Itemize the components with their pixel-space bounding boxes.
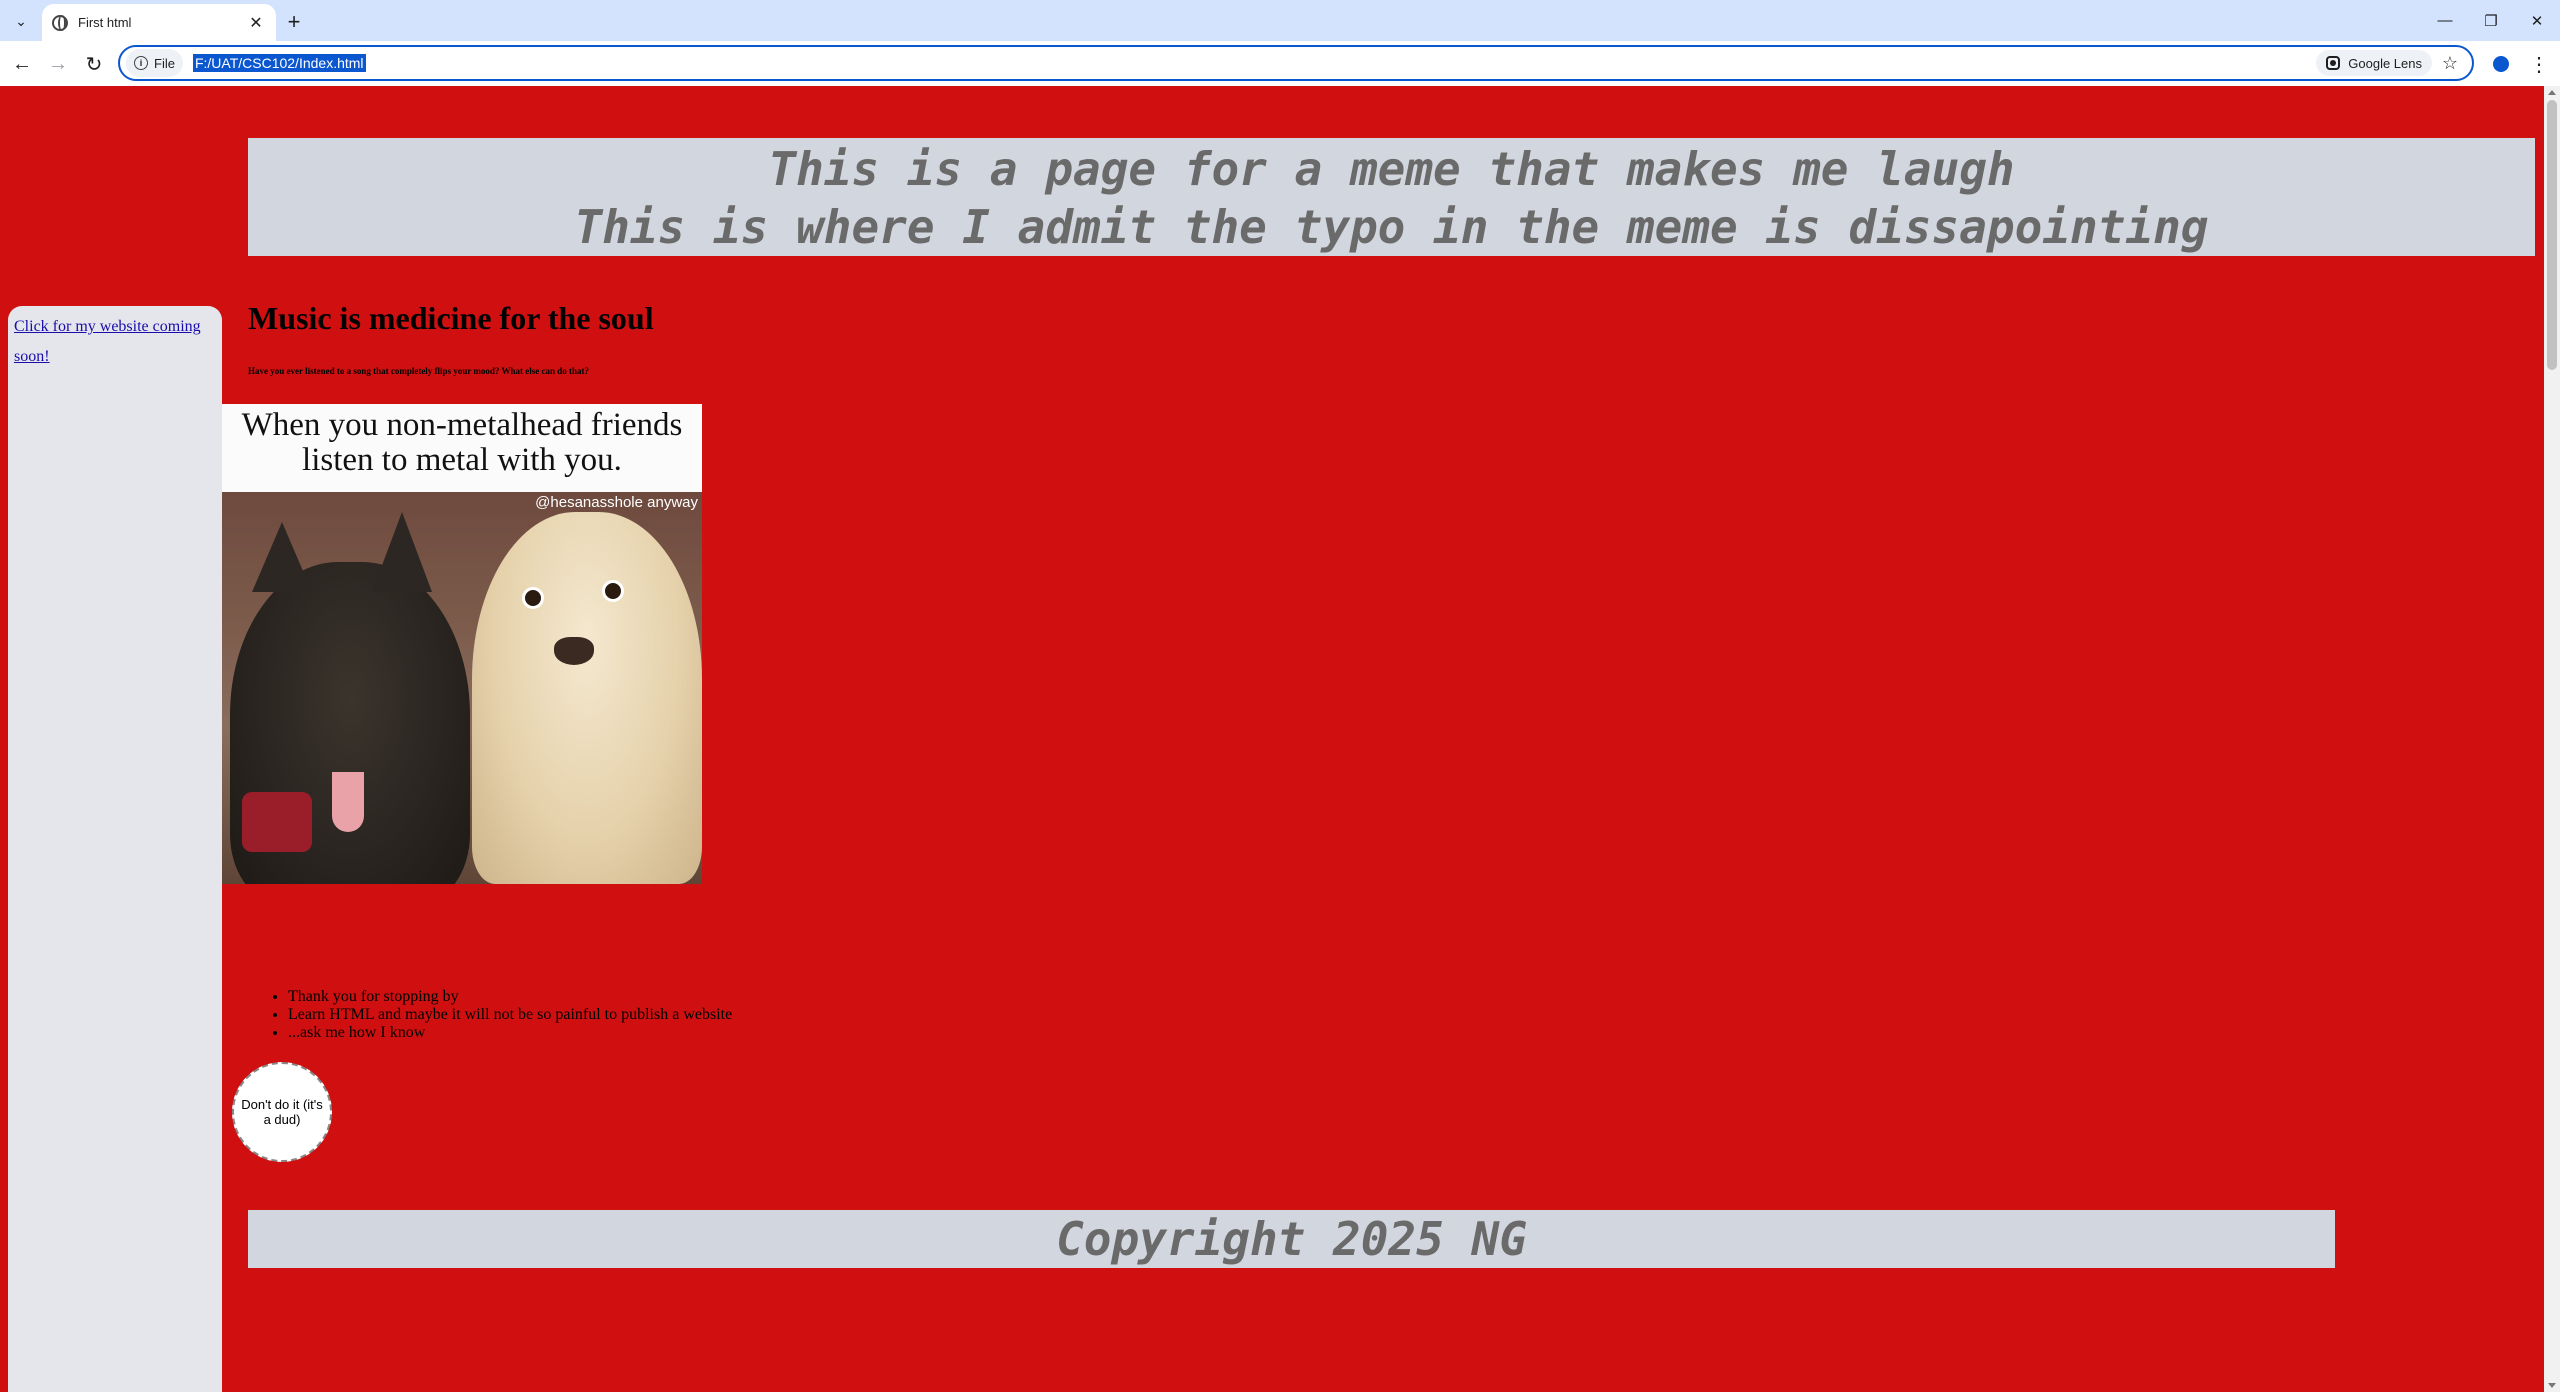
vertical-scrollbar[interactable] bbox=[2544, 86, 2560, 1392]
scroll-down-icon[interactable] bbox=[2548, 1383, 2556, 1388]
google-lens-button[interactable]: Google Lens bbox=[2316, 50, 2432, 76]
window-close-icon[interactable]: ✕ bbox=[2514, 0, 2560, 41]
minimize-icon[interactable]: — bbox=[2422, 0, 2468, 41]
page-heading: Music is medicine for the soul bbox=[248, 300, 654, 336]
light-dog bbox=[472, 512, 702, 884]
window-controls: — ❐ ✕ bbox=[2422, 0, 2560, 41]
restore-icon[interactable]: ❐ bbox=[2468, 0, 2514, 41]
meme-image: When you non-metalhead friends listen to… bbox=[222, 404, 702, 884]
back-arrow-icon[interactable]: ← bbox=[6, 48, 38, 80]
meme-credit: @hesanasshole anyway bbox=[535, 494, 698, 511]
list-item: Learn HTML and maybe it will not be so p… bbox=[288, 1006, 732, 1024]
browser-tab[interactable]: First html ✕ bbox=[42, 4, 276, 41]
list-item: Thank you for stopping by bbox=[288, 988, 732, 1006]
site-info-label: File bbox=[154, 55, 175, 71]
scroll-thumb[interactable] bbox=[2547, 100, 2557, 370]
browser-toolbar: ← → ↻ i File F:/UAT/CSC102/Index.html Go… bbox=[0, 41, 2560, 86]
tab-bar: ⌄ First html ✕ + — ❐ ✕ bbox=[0, 0, 2560, 41]
url-text[interactable]: F:/UAT/CSC102/Index.html bbox=[192, 54, 366, 72]
sidebar: Click for my website coming soon! bbox=[8, 306, 222, 1392]
google-lens-label: Google Lens bbox=[2348, 55, 2422, 71]
profile-icon[interactable] bbox=[2486, 49, 2516, 79]
page-header: This is a page for a meme that makes me … bbox=[248, 138, 2535, 256]
kebab-menu-icon[interactable]: ⋮ bbox=[2524, 49, 2554, 79]
tab-title: First html bbox=[78, 15, 132, 30]
new-tab-button[interactable]: + bbox=[280, 8, 308, 36]
scroll-up-icon[interactable] bbox=[2548, 90, 2556, 95]
bullet-list: Thank you for stopping by Learn HTML and… bbox=[248, 988, 732, 1042]
page-subtitle: Have you ever listened to a song that co… bbox=[248, 366, 589, 376]
page-footer: Copyright 2025 NG bbox=[248, 1210, 2335, 1268]
star-icon[interactable]: ☆ bbox=[2436, 49, 2464, 77]
chevron-down-icon[interactable]: ⌄ bbox=[8, 9, 34, 33]
google-lens-icon bbox=[2326, 56, 2341, 70]
close-icon[interactable]: ✕ bbox=[246, 13, 266, 33]
dogs-photo: @hesanasshole anyway bbox=[222, 492, 702, 884]
reload-icon[interactable]: ↻ bbox=[78, 48, 110, 80]
list-item: ...ask me how I know bbox=[288, 1024, 732, 1042]
site-info-chip[interactable]: i File bbox=[126, 49, 183, 77]
page-viewport: This is a page for a meme that makes me … bbox=[0, 86, 2544, 1392]
globe-icon bbox=[52, 14, 68, 31]
dud-button[interactable]: Don't do it (it's a dud) bbox=[232, 1062, 332, 1162]
meme-caption: When you non-metalhead friends listen to… bbox=[222, 404, 702, 492]
address-bar[interactable]: i File F:/UAT/CSC102/Index.html Google L… bbox=[118, 45, 2474, 81]
forward-arrow-icon[interactable]: → bbox=[42, 48, 74, 80]
website-link[interactable]: Click for my website coming soon! bbox=[14, 318, 201, 365]
header-line-1: This is a page for a meme that makes me … bbox=[768, 142, 2015, 196]
info-icon: i bbox=[134, 56, 148, 70]
header-line-2: This is where I admit the typo in the me… bbox=[574, 200, 2209, 254]
